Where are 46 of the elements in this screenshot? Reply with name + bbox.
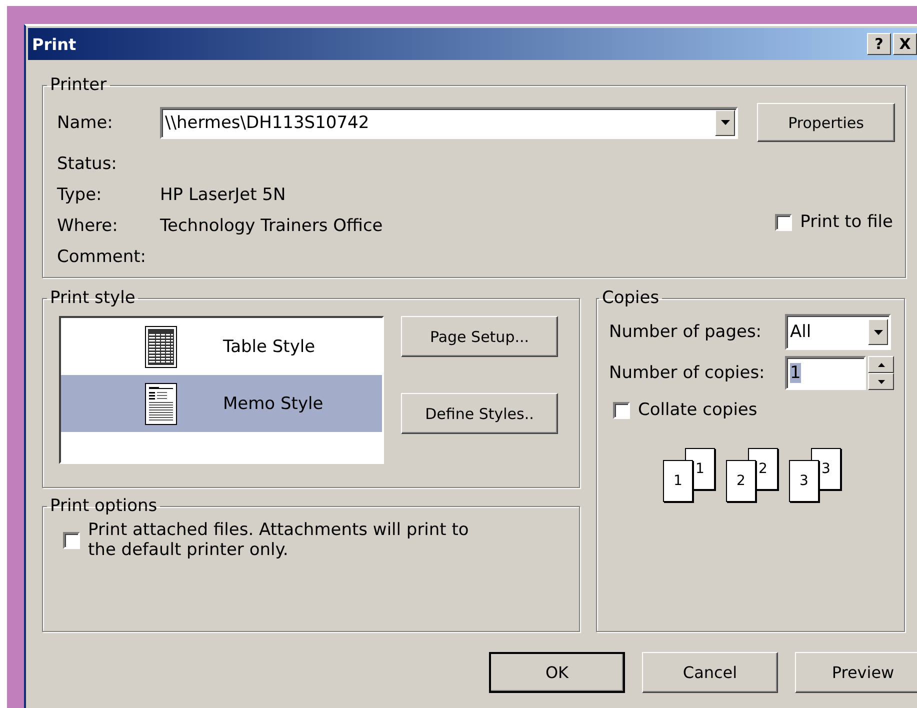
dialog-button[interactable]: Cancel [642, 652, 778, 693]
page-icon: 3 [789, 460, 819, 502]
field-value: Technology Trainers Office [160, 216, 383, 236]
style-list[interactable]: Table Style Memo Style [59, 316, 384, 464]
memo-style-icon [145, 382, 177, 424]
group-label: Printer [49, 75, 108, 95]
checkbox-label: Print attached files. Attachments will print to the default printer only. [88, 520, 470, 560]
group-label: Print options [49, 496, 158, 516]
style-list-item[interactable]: Memo Style [61, 375, 382, 432]
up-arrow-icon [878, 362, 884, 366]
field-label: Name: [57, 112, 114, 132]
spin-up-button[interactable] [868, 356, 894, 373]
checkbox-label: Print to file [800, 212, 893, 232]
down-arrow-icon [878, 380, 884, 384]
field-label: Status: [57, 154, 118, 174]
copies-field[interactable]: 1 [785, 356, 866, 390]
close-button[interactable]: X [893, 33, 917, 55]
page-icon: 2 [726, 460, 756, 502]
field-label: Number of copies: [609, 363, 766, 383]
style-button[interactable]: Page Setup... [401, 316, 558, 357]
field-label: Comment: [57, 246, 148, 266]
style-list-item[interactable]: Table Style [61, 318, 382, 375]
group-label: Print style [49, 288, 136, 308]
field-label: Number of pages: [609, 322, 763, 342]
printer-dropdown[interactable]: \\hermes\DH113S10742 [160, 106, 738, 138]
collate-checkbox[interactable] [613, 402, 630, 418]
print-to-file-checkbox[interactable] [775, 214, 792, 230]
page-icon: 1 [663, 460, 693, 502]
copies-value: 1 [790, 363, 801, 383]
window-title: Print [32, 34, 76, 54]
table-style-icon [145, 326, 177, 368]
checkbox-label: Collate copies [638, 400, 758, 420]
help-button[interactable]: ? [867, 33, 891, 55]
properties-button[interactable]: Properties [757, 103, 895, 142]
field-label: Type: [57, 184, 103, 204]
pages-dropdown[interactable]: All [785, 314, 891, 350]
attachments-checkbox[interactable] [63, 532, 80, 549]
caret-icon [874, 330, 882, 334]
group-label: Copies [601, 288, 660, 308]
dialog-button[interactable]: Preview [795, 652, 917, 693]
style-button[interactable]: Define Styles.. [401, 393, 558, 434]
caret-icon [720, 120, 730, 125]
field-label: Where: [57, 216, 119, 236]
dialog-button[interactable]: OK [489, 652, 625, 693]
spin-down-button[interactable] [868, 373, 894, 390]
field-value: HP LaserJet 5N [160, 184, 287, 204]
